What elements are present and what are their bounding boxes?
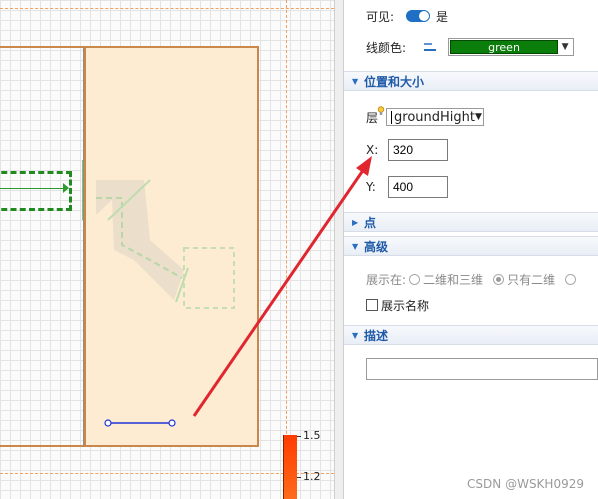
properties-panel: 可见: 是 线颜色: green ▼ ▼ 位置和大小 层 groundHight…	[344, 0, 598, 499]
radio-2d-3d-label: 二维和三维	[423, 272, 484, 287]
scale-tick	[297, 477, 301, 478]
visible-row: 可见: 是	[366, 8, 448, 24]
expand-triangle-icon: ▼	[352, 330, 359, 340]
line-style-icon	[424, 43, 437, 51]
scale-tick	[297, 436, 301, 437]
scale-label: 1.2	[303, 470, 321, 483]
show-name-checkbox[interactable]	[366, 299, 378, 311]
x-label: X:	[366, 143, 379, 157]
y-input[interactable]	[388, 176, 448, 198]
segment-handle-end	[168, 419, 176, 427]
section-title: 描述	[364, 328, 389, 343]
green-guide-line	[82, 160, 83, 220]
y-row: Y:	[366, 176, 448, 198]
section-advanced[interactable]: ▼ 高级	[344, 236, 598, 256]
text-caret	[391, 110, 393, 124]
watermark-text: CSDN @WSKH0929	[467, 477, 584, 491]
selected-line-segment[interactable]	[100, 415, 180, 431]
description-input[interactable]	[366, 358, 598, 380]
section-description[interactable]: ▼ 描述	[344, 325, 598, 345]
x-row: X:	[366, 139, 448, 161]
radio-2d-only[interactable]	[493, 273, 505, 285]
line-color-swatch: green	[450, 40, 559, 54]
y-label: Y:	[366, 180, 376, 194]
layer-value: groundHight	[394, 109, 475, 125]
section-title: 高级	[364, 239, 389, 254]
section-position-size[interactable]: ▼ 位置和大小	[344, 71, 598, 91]
color-scale-bar	[283, 435, 297, 499]
canvas-guide-right	[286, 0, 287, 499]
visible-toggle[interactable]	[406, 10, 431, 22]
chevron-down-icon: ▼	[561, 42, 569, 52]
section-title: 位置和大小	[364, 74, 425, 89]
layer-row: 层 groundHight ▼	[366, 106, 485, 127]
expand-triangle-icon: ▼	[352, 76, 359, 86]
show-name-row: 展示名称	[366, 297, 429, 313]
display-in-label: 展示在:	[366, 272, 407, 287]
expand-triangle-icon: ▼	[352, 241, 359, 251]
radio-2d-only-label: 只有二维	[507, 272, 556, 287]
chevron-down-icon: ▼	[475, 112, 482, 122]
line-color-label: 线颜色:	[366, 40, 407, 55]
lightbulb-icon	[377, 106, 385, 115]
canvas-guide-top	[0, 8, 334, 9]
visible-label: 可见:	[366, 9, 395, 24]
line-color-dropdown[interactable]: green ▼	[448, 38, 575, 56]
collapsed-triangle-icon: ▶	[352, 217, 359, 227]
radio-2d-3d[interactable]	[409, 273, 421, 285]
panel-splitter[interactable]	[334, 0, 344, 499]
green-arrow-line	[0, 188, 65, 189]
section-points[interactable]: ▶ 点	[344, 212, 598, 232]
x-input[interactable]	[388, 139, 448, 161]
visible-value: 是	[436, 9, 449, 24]
faint-green-path	[96, 179, 235, 309]
layer-dropdown[interactable]: groundHight ▼	[386, 108, 485, 126]
segment-handle-start	[104, 419, 112, 427]
section-title: 点	[364, 215, 377, 230]
green-arrow-head	[63, 183, 69, 193]
line-color-row: 线颜色: green ▼	[366, 38, 575, 56]
editor-canvas[interactable]: 1.5 1.2	[0, 0, 334, 499]
radio-more[interactable]	[565, 273, 577, 285]
display-in-row: 展示在: 二维和三维 只有二维	[366, 271, 577, 287]
scale-label: 1.5	[303, 429, 321, 442]
show-name-label: 展示名称	[381, 298, 430, 313]
green-dashed-rectangle[interactable]	[0, 171, 72, 211]
